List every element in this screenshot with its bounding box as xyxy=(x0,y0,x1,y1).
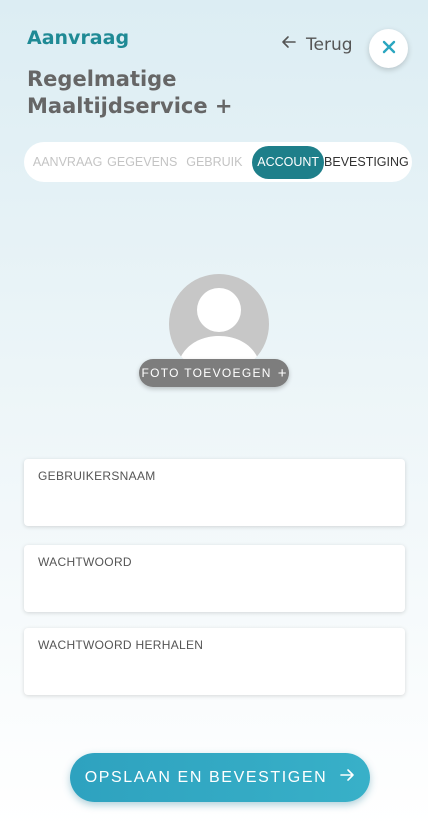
step-indicator: AANVRAAG GEGEVENS GEBRUIK ACCOUNT BEVEST… xyxy=(24,142,412,182)
password-repeat-label: WACHTWOORD HERHALEN xyxy=(38,638,204,652)
step-account[interactable]: ACCOUNT xyxy=(252,145,324,179)
plus-icon: + xyxy=(277,364,287,382)
back-label: Terug xyxy=(306,34,353,55)
arrow-left-icon xyxy=(280,33,298,56)
page-kicker: Aanvraag xyxy=(27,27,130,49)
step-gegevens[interactable]: GEGEVENS xyxy=(107,146,177,179)
username-label: GEBRUIKERSNAAM xyxy=(38,469,156,483)
back-button[interactable]: Terug xyxy=(280,33,353,56)
username-field[interactable]: GEBRUIKERSNAAM xyxy=(24,459,405,526)
save-and-confirm-button[interactable]: OPSLAAN EN BEVESTIGEN xyxy=(70,753,370,802)
password-repeat-field[interactable]: WACHTWOORD HERHALEN xyxy=(24,628,405,695)
add-photo-button[interactable]: FOTO TOEVOEGEN + xyxy=(139,359,289,387)
close-button[interactable] xyxy=(369,29,408,68)
page-title: Regelmatige Maaltijdservice + xyxy=(27,66,347,120)
page-title-line-2: Maaltijdservice + xyxy=(27,94,233,118)
password-repeat-input[interactable] xyxy=(38,660,388,686)
step-bevestiging[interactable]: BEVESTIGING xyxy=(324,146,409,179)
page-title-line-1: Regelmatige xyxy=(27,67,177,91)
add-photo-label: FOTO TOEVOEGEN xyxy=(141,366,272,380)
arrow-right-icon xyxy=(339,767,355,788)
step-aanvraag[interactable]: AANVRAAG xyxy=(27,146,108,179)
username-input[interactable] xyxy=(38,491,388,517)
password-field[interactable]: WACHTWOORD xyxy=(24,545,405,612)
close-icon xyxy=(381,39,397,59)
password-label: WACHTWOORD xyxy=(38,555,132,569)
password-input[interactable] xyxy=(38,577,388,603)
step-gebruik[interactable]: GEBRUIK xyxy=(176,146,252,179)
save-and-confirm-label: OPSLAAN EN BEVESTIGEN xyxy=(84,768,328,786)
